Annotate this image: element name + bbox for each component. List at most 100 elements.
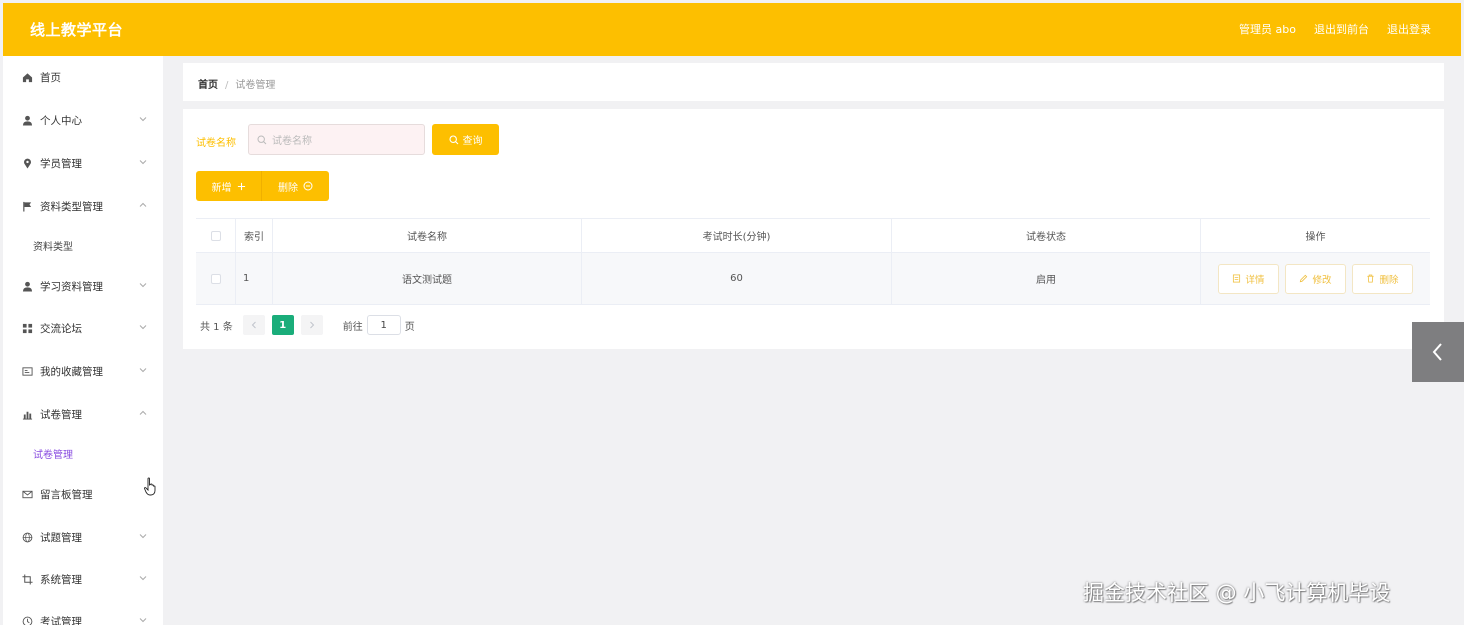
row-checkbox[interactable] bbox=[210, 273, 221, 284]
sidebar-item-label: 考试管理 bbox=[40, 615, 82, 625]
sidebar-item-label: 我的收藏管理 bbox=[40, 365, 103, 378]
main-panel: 试卷名称 试卷名称 查询 新增 删除 索引 试卷名称 考试时长(分钟) 试卷状态… bbox=[183, 109, 1444, 349]
sidebar: 首页 个人中心 学员管理 资料类型管理 资料类型 学习资料管理 交流论坛 我的收… bbox=[3, 56, 163, 625]
flag-icon bbox=[21, 200, 33, 212]
detail-button[interactable]: 详情 bbox=[1218, 263, 1279, 294]
column-header-status: 试卷状态 bbox=[892, 219, 1201, 252]
breadcrumb: 首页 / 试卷管理 bbox=[198, 76, 275, 91]
grid-icon bbox=[21, 322, 33, 334]
detail-button-label: 详情 bbox=[1245, 274, 1265, 286]
logout-link[interactable]: 退出登录 bbox=[1387, 21, 1431, 37]
cell-name: 语文测试题 bbox=[273, 253, 582, 304]
sidebar-item-message-board[interactable]: 留言板管理 bbox=[3, 484, 163, 504]
header-links: 管理员 abo 退出到前台 退出登录 bbox=[1239, 21, 1431, 37]
cell-index: 1 bbox=[236, 253, 273, 304]
sidebar-item-label: 资料类型管理 bbox=[40, 200, 103, 213]
cell-status: 启用 bbox=[892, 253, 1201, 304]
query-button-label: 查询 bbox=[462, 136, 483, 147]
cell-duration: 60 bbox=[582, 253, 892, 304]
plus-icon bbox=[237, 182, 245, 190]
chevron-up-icon bbox=[139, 410, 147, 415]
sidebar-item-label: 学习资料管理 bbox=[40, 280, 103, 293]
chevron-down-icon bbox=[139, 534, 147, 539]
action-button-group: 新增 删除 bbox=[196, 171, 329, 201]
delete-circle-icon bbox=[303, 181, 313, 191]
sidebar-sub-material-type[interactable]: 资料类型 bbox=[33, 238, 73, 253]
add-button-label: 新增 bbox=[211, 182, 232, 194]
exit-to-frontend-link[interactable]: 退出到前台 bbox=[1314, 21, 1369, 37]
row-delete-button[interactable]: 删除 bbox=[1352, 263, 1413, 294]
sidebar-item-favorites[interactable]: 我的收藏管理 bbox=[3, 361, 163, 381]
search-input[interactable]: 试卷名称 bbox=[248, 124, 425, 155]
globe-icon bbox=[21, 531, 33, 543]
sidebar-item-students[interactable]: 学员管理 bbox=[3, 153, 163, 173]
add-button[interactable]: 新增 bbox=[196, 171, 262, 201]
column-header-index: 索引 bbox=[236, 219, 273, 252]
select-all-checkbox[interactable] bbox=[210, 230, 221, 241]
brand-title: 线上教学平台 bbox=[30, 21, 124, 39]
sidebar-item-label: 留言板管理 bbox=[40, 488, 93, 501]
admin-user-link[interactable]: 管理员 abo bbox=[1239, 21, 1296, 37]
breadcrumb-bar: 首页 / 试卷管理 bbox=[183, 63, 1444, 101]
top-header: 线上教学平台 管理员 abo 退出到前台 退出登录 bbox=[3, 3, 1461, 56]
sidebar-item-home[interactable]: 首页 bbox=[3, 67, 163, 87]
bulk-delete-button[interactable]: 删除 bbox=[262, 171, 329, 201]
sidebar-item-label: 学员管理 bbox=[40, 157, 82, 170]
row-delete-button-label: 删除 bbox=[1379, 274, 1399, 286]
chevron-left-icon bbox=[251, 321, 256, 329]
chevron-up-icon bbox=[139, 202, 147, 207]
sidebar-item-label: 首页 bbox=[40, 71, 61, 84]
mail-icon bbox=[21, 488, 33, 500]
query-button[interactable]: 查询 bbox=[432, 124, 499, 155]
sidebar-item-label: 交流论坛 bbox=[40, 322, 82, 335]
goto-page-input[interactable]: 1 bbox=[366, 315, 401, 335]
pagination: 共 1 条 1 前往 1 页 bbox=[200, 315, 415, 335]
page-number-button[interactable]: 1 bbox=[271, 315, 294, 335]
user-icon bbox=[21, 114, 33, 126]
collapse-side-tab[interactable] bbox=[1412, 322, 1464, 382]
sidebar-item-label: 系统管理 bbox=[40, 573, 82, 586]
column-header-duration: 考试时长(分钟) bbox=[582, 219, 892, 252]
user-icon bbox=[21, 280, 33, 292]
table-row: 1 语文测试题 60 启用 详情 修改 删除 bbox=[196, 253, 1430, 305]
sidebar-item-system[interactable]: 系统管理 bbox=[3, 569, 163, 589]
page-unit-label: 页 bbox=[404, 321, 415, 333]
sidebar-item-forum[interactable]: 交流论坛 bbox=[3, 318, 163, 338]
edit-icon bbox=[1300, 274, 1308, 283]
crop-icon bbox=[21, 573, 33, 585]
home-icon bbox=[21, 71, 33, 83]
prev-page-button[interactable] bbox=[242, 315, 265, 335]
delete-button-label: 删除 bbox=[278, 182, 298, 194]
search-placeholder: 试卷名称 bbox=[272, 136, 312, 147]
clock-icon bbox=[21, 615, 33, 625]
breadcrumb-home[interactable]: 首页 bbox=[198, 80, 218, 91]
pin-icon bbox=[21, 157, 33, 169]
header-select-all-cell bbox=[196, 219, 236, 252]
sidebar-item-study-materials[interactable]: 学习资料管理 bbox=[3, 276, 163, 296]
search-icon bbox=[257, 134, 267, 144]
sidebar-item-material-types[interactable]: 资料类型管理 bbox=[3, 196, 163, 216]
sidebar-item-label: 个人中心 bbox=[40, 114, 82, 127]
sidebar-sub-exam-paper[interactable]: 试卷管理 bbox=[33, 446, 73, 461]
chevron-down-icon bbox=[139, 368, 147, 373]
edit-button[interactable]: 修改 bbox=[1285, 263, 1346, 294]
sidebar-item-questions[interactable]: 试题管理 bbox=[3, 527, 163, 547]
breadcrumb-separator: / bbox=[225, 80, 229, 91]
exam-paper-table: 索引 试卷名称 考试时长(分钟) 试卷状态 操作 1 语文测试题 60 启用 详… bbox=[196, 218, 1430, 305]
sidebar-item-exam-papers[interactable]: 试卷管理 bbox=[3, 404, 163, 424]
chevron-down-icon bbox=[139, 325, 147, 330]
cell-operations: 详情 修改 删除 bbox=[1201, 253, 1430, 304]
search-icon bbox=[448, 134, 458, 144]
chevron-down-icon bbox=[139, 283, 147, 288]
chevron-down-icon bbox=[139, 618, 147, 623]
sidebar-item-label: 试题管理 bbox=[40, 531, 82, 544]
sidebar-item-exams[interactable]: 考试管理 bbox=[3, 611, 163, 625]
chevron-down-icon bbox=[139, 117, 147, 122]
table-header: 索引 试卷名称 考试时长(分钟) 试卷状态 操作 bbox=[196, 218, 1430, 253]
next-page-button[interactable] bbox=[300, 315, 323, 335]
sidebar-item-personal-center[interactable]: 个人中心 bbox=[3, 110, 163, 130]
chevron-left-icon bbox=[1432, 343, 1442, 361]
pagination-total: 共 1 条 bbox=[200, 321, 233, 333]
chart-icon bbox=[21, 408, 33, 420]
trash-icon bbox=[1367, 274, 1375, 283]
